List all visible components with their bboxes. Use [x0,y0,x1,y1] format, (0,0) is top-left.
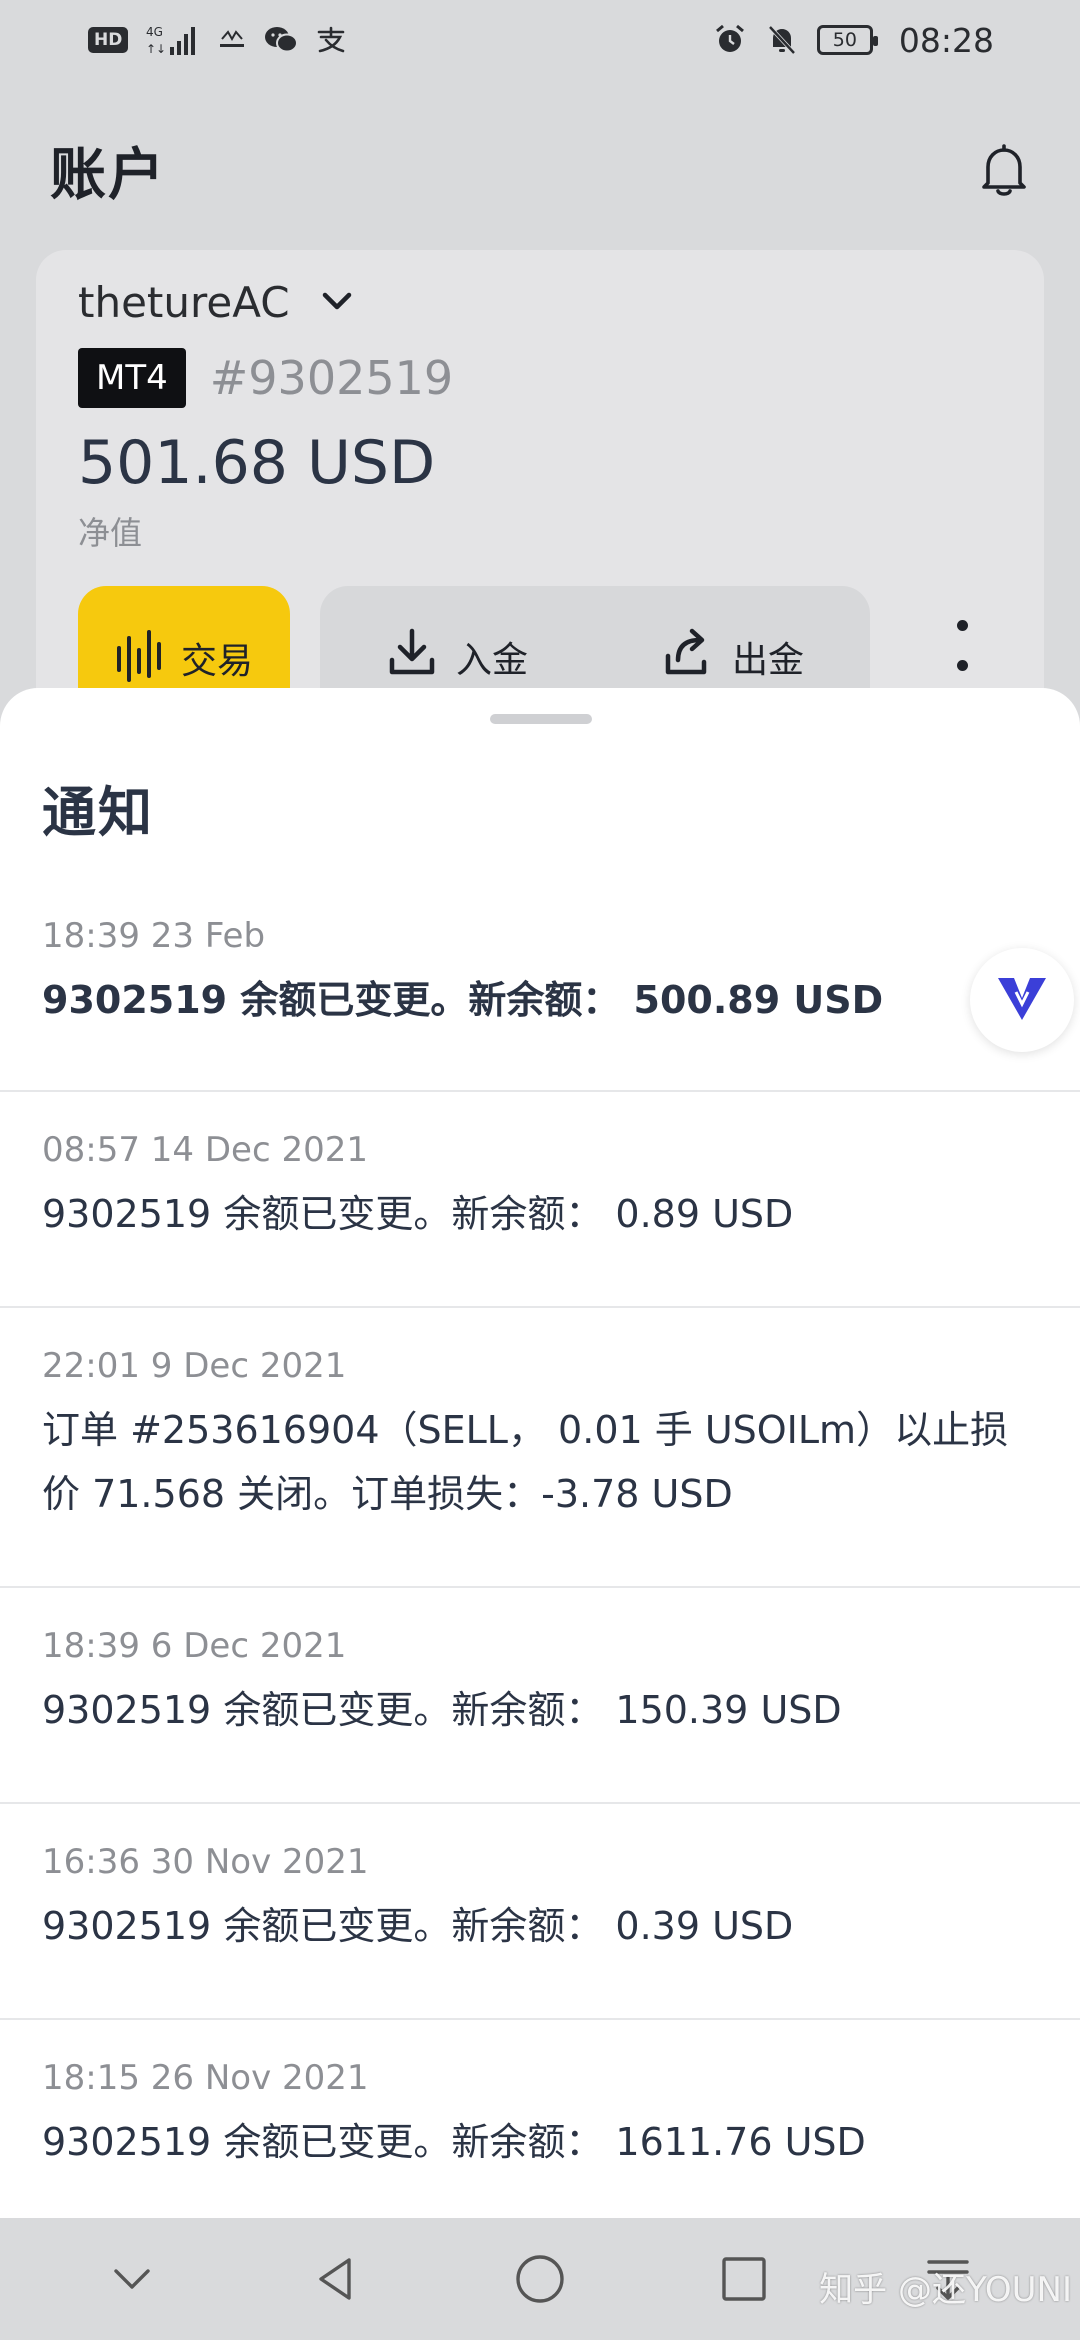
page-title: 账户 [50,142,166,208]
notification-item[interactable]: 22:01 9 Dec 2021 订单 #253616904（SELL， 0.0… [0,1308,1080,1588]
chevron-down-icon [318,282,356,324]
account-id-row: MT4 #9302519 [78,348,453,408]
hd-icon: HD [88,27,129,53]
trade-label: 交易 [180,641,253,682]
withdraw-button[interactable]: 出金 [660,626,804,687]
notification-message: 9302519 余额已变更。新余额： 150.39 USD [42,1688,842,1732]
svg-text:↑↓: ↑↓ [146,42,166,56]
notification-time: 18:39 6 Dec 2021 [42,1626,347,1666]
deposit-button[interactable]: 入金 [386,626,528,687]
notification-time: 18:15 26 Nov 2021 [42,2058,369,2098]
notification-item[interactable]: 08:57 14 Dec 2021 9302519 余额已变更。新余额： 0.8… [0,1092,1080,1308]
sheet-title: 通知 [42,781,154,844]
notification-time: 22:01 9 Dec 2021 [42,1346,347,1386]
account-number: #9302519 [209,351,454,405]
chevron-down-icon[interactable] [92,2239,172,2319]
alarm-icon [713,23,747,57]
notification-message: 9302519 余额已变更。新余额： 0.89 USD [42,1192,794,1236]
notification-time: 08:57 14 Dec 2021 [42,1130,368,1170]
alipay-icon [316,26,346,54]
mute-notification-icon [765,23,799,57]
drag-handle[interactable] [490,714,592,724]
download-icon [386,626,438,687]
platform-badge: MT4 [78,348,186,408]
status-bar-right: 50 08:28 [713,21,994,60]
notification-message: 9302519 余额已变更。新余额： 500.89 USD [42,978,884,1022]
notification-item[interactable]: 18:39 6 Dec 2021 9302519 余额已变更。新余额： 150.… [0,1588,1080,1804]
notifications-sheet: 通知 18:39 23 Feb 9302519 余额已变更。新余额： 500.8… [0,688,1080,2218]
notification-message: 9302519 余额已变更。新余额： 0.39 USD [42,1904,794,1948]
page-header: 账户 [0,120,1080,220]
svg-text:4G: 4G [146,25,163,39]
recent-apps-icon[interactable] [704,2239,784,2319]
account-selector[interactable]: thetureAC [78,278,356,327]
back-icon[interactable] [296,2239,376,2319]
account-name: thetureAC [78,278,290,327]
notification-message: 9302519 余额已变更。新余额： 1611.76 USD [42,2120,866,2164]
home-icon[interactable] [500,2239,580,2319]
notification-item[interactable]: 16:36 30 Nov 2021 9302519 余额已变更。新余额： 0.3… [0,1804,1080,2020]
account-balance: 501.68 USD [78,428,436,498]
share-arrow-icon [660,626,714,687]
notification-message: 订单 #253616904（SELL， 0.01 手 USOILm）以止损价 7… [42,1408,1009,1516]
notification-time: 18:39 23 Feb [42,916,266,956]
notification-item[interactable]: 18:39 23 Feb 9302519 余额已变更。新余额： 500.89 U… [0,878,1080,1092]
exness-icon [218,29,246,51]
withdraw-label: 出金 [731,639,804,681]
deposit-label: 入金 [455,639,528,681]
balance-label: 净值 [78,514,143,552]
watermark: 知乎 @还YOUNI [819,2270,1072,2310]
notification-item[interactable]: 18:15 26 Nov 2021 9302519 余额已变更。新余额： 161… [0,2020,1080,2218]
signal-4g-icon: 4G ↑↓ [146,23,200,57]
notification-time: 16:36 30 Nov 2021 [42,1842,369,1882]
status-bar: HD 4G ↑↓ 50 08:28 [0,0,1080,80]
bell-icon[interactable] [974,140,1034,200]
status-bar-left: HD 4G ↑↓ [88,23,346,57]
vpn-shortcut-button[interactable] [970,948,1074,1052]
account-card: thetureAC MT4 #9302519 501.68 USD 净值 交易 … [36,250,1044,730]
notification-list: 18:39 23 Feb 9302519 余额已变更。新余额： 500.89 U… [0,878,1080,2218]
status-time: 08:28 [898,20,994,60]
v-logo-icon [994,974,1050,1026]
battery-icon: 50 [816,25,878,55]
wechat-icon [264,26,299,54]
candlestick-chart-icon [115,628,167,688]
